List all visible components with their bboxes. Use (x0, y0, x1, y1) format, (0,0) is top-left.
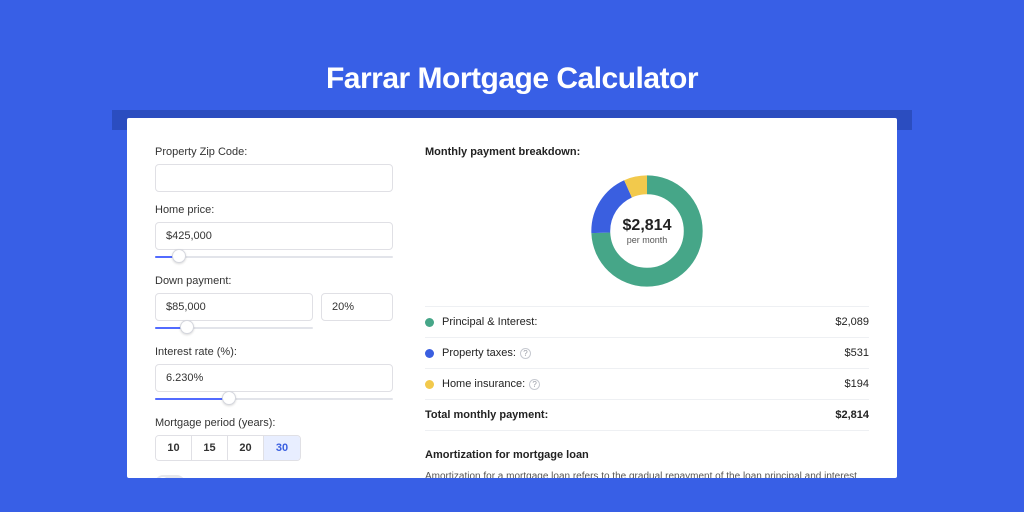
down-payment-label: Down payment: (155, 275, 393, 287)
interest-input[interactable] (155, 364, 393, 392)
total-value: $2,814 (835, 409, 869, 421)
period-group: 10152030 (155, 435, 301, 461)
home-price-slider[interactable] (155, 253, 393, 263)
payment-donut-chart: $2,814 per month (586, 170, 708, 292)
breakdown-column: Monthly payment breakdown: $2,814 per mo… (425, 146, 869, 478)
down-payment-field: Down payment: (155, 275, 393, 334)
slider-thumb[interactable] (222, 391, 236, 405)
legend-value: $531 (845, 347, 869, 359)
donut-container: $2,814 per month (425, 170, 869, 292)
home-price-input[interactable] (155, 222, 393, 250)
zip-label: Property Zip Code: (155, 146, 393, 158)
period-field: Mortgage period (years): 10152030 (155, 417, 393, 461)
period-button-30[interactable]: 30 (264, 436, 300, 460)
period-button-10[interactable]: 10 (156, 436, 192, 460)
breakdown-title: Monthly payment breakdown: (425, 146, 869, 158)
interest-slider[interactable] (155, 395, 393, 405)
donut-amount: $2,814 (623, 217, 672, 235)
interest-field: Interest rate (%): (155, 346, 393, 405)
legend-dot (425, 318, 434, 327)
period-button-15[interactable]: 15 (192, 436, 228, 460)
home-price-label: Home price: (155, 204, 393, 216)
slider-thumb[interactable] (180, 320, 194, 334)
period-label: Mortgage period (years): (155, 417, 393, 429)
legend-value: $2,089 (835, 316, 869, 328)
legend: Principal & Interest:$2,089Property taxe… (425, 306, 869, 431)
legend-total-row: Total monthly payment:$2,814 (425, 400, 869, 431)
calculator-card: Property Zip Code: Home price: Down paym… (127, 118, 897, 478)
legend-row: Property taxes:?$531 (425, 338, 869, 369)
legend-dot (425, 380, 434, 389)
down-payment-input[interactable] (155, 293, 313, 321)
info-icon[interactable]: ? (529, 379, 540, 390)
form-column: Property Zip Code: Home price: Down paym… (155, 146, 393, 478)
veteran-toggle[interactable] (155, 475, 185, 478)
legend-dot (425, 349, 434, 358)
slider-thumb[interactable] (172, 249, 186, 263)
period-button-20[interactable]: 20 (228, 436, 264, 460)
amortization-title: Amortization for mortgage loan (425, 449, 869, 461)
home-price-field: Home price: (155, 204, 393, 263)
page-title: Farrar Mortgage Calculator (326, 62, 698, 96)
total-label: Total monthly payment: (425, 409, 835, 421)
veteran-label: I am veteran or military (193, 477, 305, 478)
interest-label: Interest rate (%): (155, 346, 393, 358)
donut-sub: per month (627, 235, 668, 245)
legend-row: Home insurance:?$194 (425, 369, 869, 400)
zip-field: Property Zip Code: (155, 146, 393, 192)
down-payment-slider[interactable] (155, 324, 313, 334)
donut-center: $2,814 per month (604, 188, 690, 274)
down-payment-pct-input[interactable] (321, 293, 393, 321)
amortization-body: Amortization for a mortgage loan refers … (425, 469, 869, 478)
legend-label: Property taxes:? (442, 347, 845, 359)
legend-row: Principal & Interest:$2,089 (425, 307, 869, 338)
info-icon[interactable]: ? (520, 348, 531, 359)
legend-value: $194 (845, 378, 869, 390)
legend-label: Home insurance:? (442, 378, 845, 390)
zip-input[interactable] (155, 164, 393, 192)
legend-label: Principal & Interest: (442, 316, 835, 328)
veteran-row: I am veteran or military (155, 475, 393, 478)
